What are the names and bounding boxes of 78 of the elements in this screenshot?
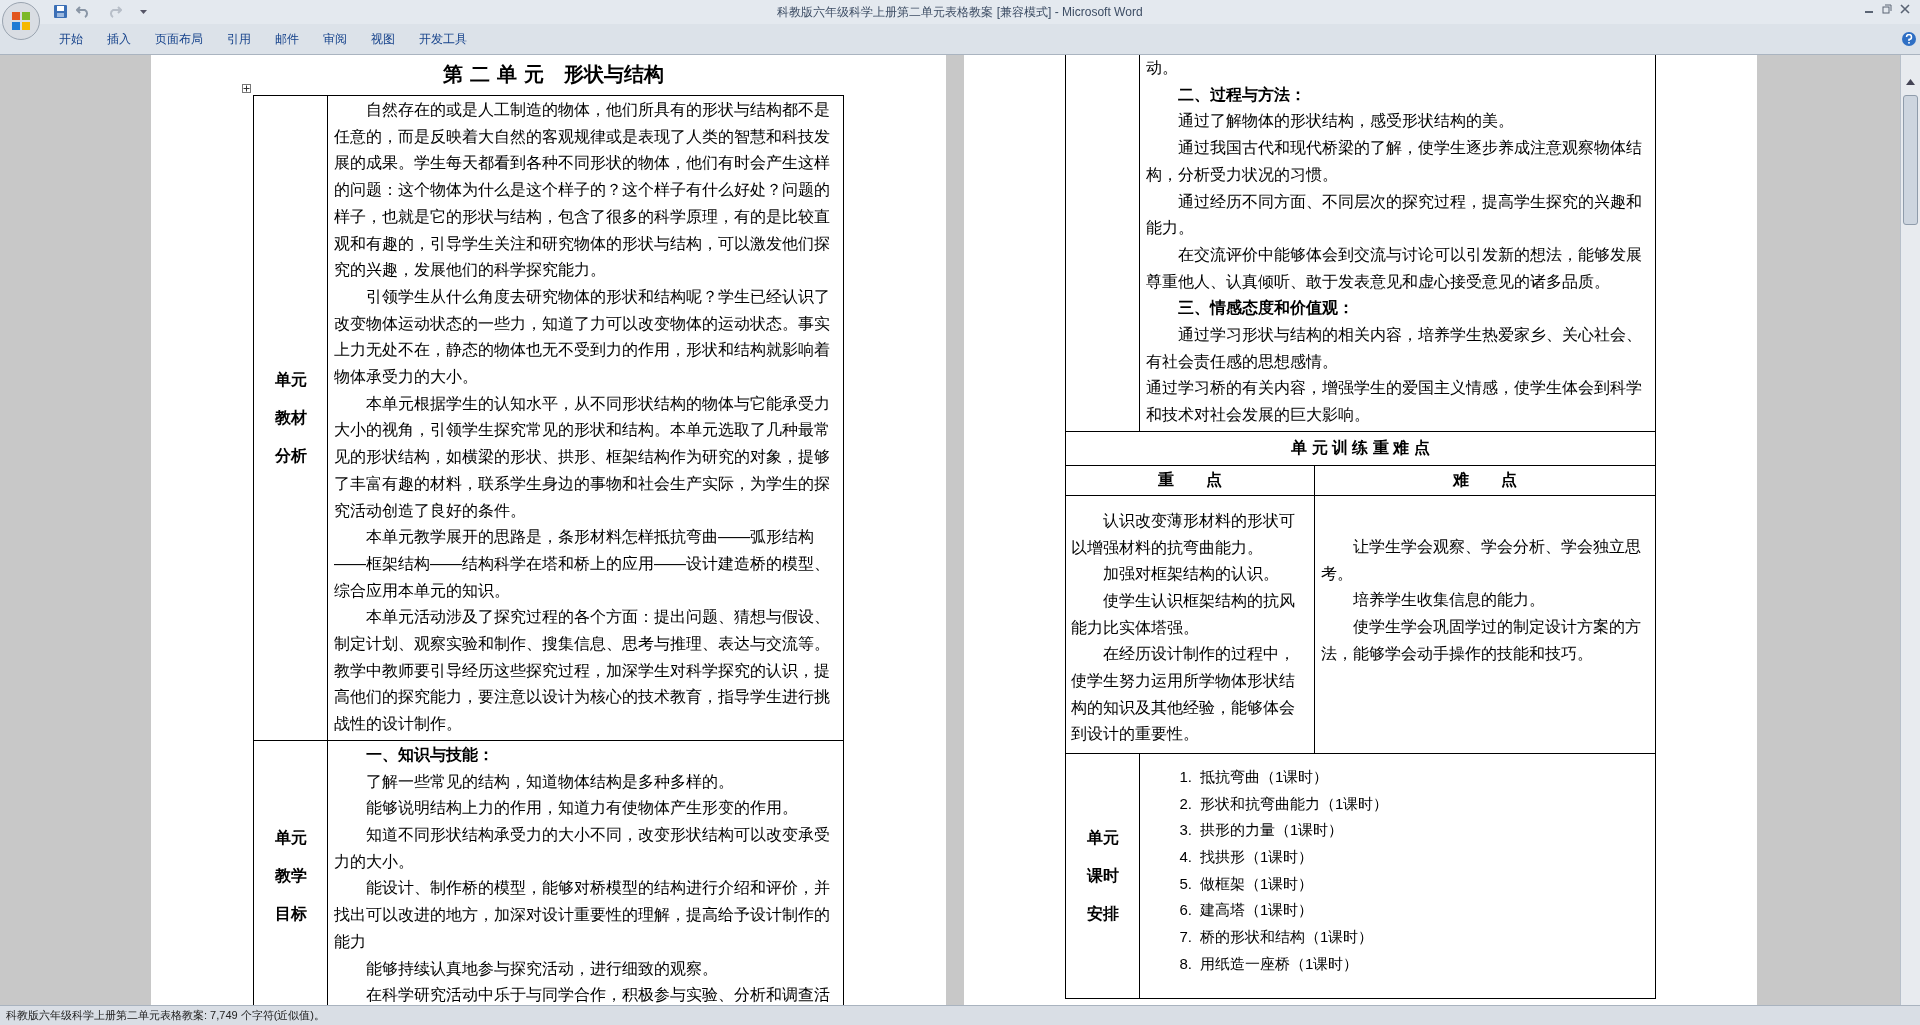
paragraph: 在经历设计制作的过程中，使学生努力运用所学物体形状结构的知识及其他经验，能够体会到设计的重要性。 [1071, 644, 1296, 745]
list-item-text: 做框架（1课时） [1200, 873, 1314, 894]
office-button[interactable] [2, 2, 40, 40]
paragraph: 动。 [1146, 58, 1179, 78]
ribbon-tab[interactable]: 开发工具 [412, 30, 474, 48]
close-icon[interactable] [1900, 4, 1910, 14]
paragraph: 加强对框架结构的认识。 [1102, 564, 1280, 585]
paragraph: 通过了解物体的形状结构，感受形状结构的美。 [1177, 111, 1515, 132]
row-label: 单元 [1086, 827, 1119, 848]
list-number: 1. [1178, 766, 1192, 787]
ribbon-tab[interactable]: 引用 [220, 30, 258, 48]
paragraph: 通过我国古代和现代桥梁的了解，使学生逐步养成注意观察物体结构，分析受力状况的习惯。 [1146, 138, 1643, 185]
paragraph: 通过学习桥的有关内容，增强学生的爱国主义情感，使学生体会到科学和技术对社会发展的巨大影响。 [1146, 378, 1643, 426]
paragraph: 通过学习形状与结构的相关内容，培养学生热爱家乡、关心社会、有社会责任感的思想感情。 [1146, 325, 1643, 372]
paragraph: 在交流评价中能够体会到交流与讨论可以引发新的想法，能够发展尊重他人、认真倾听、敢于发表意见和虚心接受意见的诸多品质。 [1146, 244, 1643, 292]
table-move-icon[interactable] [242, 84, 251, 93]
list-number: 5. [1178, 873, 1192, 894]
ribbon-tab[interactable]: 审阅 [316, 30, 354, 48]
paragraph: 本单元活动涉及了探究过程的各个方面：提出问题、猜想与假设、制定计划、观察实验和制作、搜集信息、思考与推理、表达与交流等。教学中教师要引导经历这些探究过程，加深学生对科学探究的认识，提高他们的探究能力，要注意以设计为核心的技术教育，指导学生进行挑战性的设计制作。 [334, 607, 831, 735]
row-label: 目标 [274, 903, 307, 924]
ribbon-tab[interactable]: 开始 [52, 30, 90, 48]
paragraph: 引领学生从什么角度去研究物体的形状和结构呢？学生已经认识了改变物体运动状态的一些力，知道了力可以改变物体的运动状态。事实上力无处不在，静态的物体也无不受到力的作用，形状和结构就影响着物体承受力的大小。 [334, 286, 831, 388]
paragraph: 本单元教学展开的思路是，条形材料怎样抵抗弯曲——弧形结构——框架结构——结构科学在塔和桥上的应用——设计建造桥的模型、综合应用本单元的知识。 [334, 527, 831, 601]
list-number: 3. [1178, 820, 1192, 841]
list-number: 4. [1178, 846, 1192, 867]
table-heading: 单 元 训 练 重 难 点 [1066, 430, 1655, 465]
list-item-text: 用纸造一座桥（1课时） [1200, 953, 1359, 974]
row-label: 教学 [274, 865, 307, 886]
list-number: 2. [1178, 793, 1192, 814]
paragraph: 使学生认识框架结构的抗风能力比实体塔强。 [1071, 590, 1296, 638]
row-label: 安排 [1086, 903, 1119, 924]
scroll-up-icon[interactable] [1906, 79, 1915, 85]
row-label: 单元 [274, 369, 307, 390]
column-heading: 难 点 [1452, 470, 1518, 491]
document-title: 第 二 单 元 形状与结构 [443, 61, 664, 88]
paragraph: 让学生学会观察、学会分析、学会独立思考。 [1321, 536, 1642, 584]
help-icon[interactable] [1902, 32, 1916, 46]
row-label: 分析 [274, 445, 307, 466]
paragraph: 能够说明结构上力的作用，知道力有使物体产生形变的作用。 [365, 798, 799, 819]
paragraph: 了解一些常见的结构，知道物体结构是多种多样的。 [365, 771, 735, 792]
paragraph: 使学生学会巩固学过的制定设计方案的方法，能够学会动手操作的技能和技巧。 [1321, 616, 1642, 664]
paragraph: 培养学生收集信息的能力。 [1352, 590, 1546, 611]
office-logo [9, 9, 33, 33]
list-item-text: 找拱形（1课时） [1200, 846, 1314, 867]
list-item-text: 拱形的力量（1课时） [1200, 820, 1344, 841]
section-heading: 二、过程与方法： [1177, 84, 1307, 105]
paragraph: 认识改变薄形材料的形状可以增强材料的抗弯曲能力。 [1071, 510, 1296, 558]
row-label: 教材 [274, 407, 307, 428]
row-label: 课时 [1086, 865, 1119, 886]
paragraph: 能设计、制作桥的模型，能够对桥模型的结构进行介绍和评价，并找出可以改进的地方，加深对设计重要性的理解，提高给予设计制作的能力 [334, 878, 831, 952]
column-heading: 重 点 [1066, 465, 1315, 495]
list-number: 8. [1178, 953, 1192, 974]
list-item-text: 抵抗弯曲（1课时） [1200, 766, 1329, 787]
paragraph: 本单元根据学生的认知水平，从不同形状结构的物体与它能承受力大小的视角，引领学生探究常见的形状和结构。本单元选取了几种最常见的形状结构，如横梁的形状、拱形、框架结构作为研究的对象，提够了丰富有趣的材料，联系学生身边的事物和社会生产实际，为学生的探究活动创造了良好的条件。 [334, 393, 831, 521]
scroll-thumb[interactable] [1903, 95, 1918, 225]
list-item-text: 形状和抗弯曲能力（1课时） [1200, 793, 1389, 814]
ribbon-tab[interactable]: 邮件 [268, 30, 306, 48]
paragraph: 知道不同形状结构承受力的大小不同，改变形状结构可以改变承受力的大小。 [334, 825, 831, 872]
ribbon-tab[interactable]: 页面布局 [148, 30, 210, 48]
scrollbar[interactable] [1900, 55, 1920, 1005]
row-label: 单元 [274, 827, 307, 848]
list-number: 7. [1178, 927, 1192, 948]
paragraph: 通过经历不同方面、不同层次的探究过程，提高学生探究的兴趣和能力。 [1146, 191, 1643, 239]
paragraph: 能够持续认真地参与探究活动，进行细致的观察。 [365, 958, 719, 979]
paragraph: 在科学研究活动中乐于与同学合作，积极参与实验、分析和调查活 [365, 985, 831, 1005]
window-title: 科教版六年级科学上册第二单元表格教案 [兼容模式] - Microsoft Word [777, 4, 1143, 21]
paragraph: 自然存在的或是人工制造的物体，他们所具有的形状与结构都不是任意的，而是反映着大自然的客观规律或是表现了人类的智慧和科技发展的成果。学生每天都看到各种不同形状的物体，他们有时会产生这样的问题：这个物体为什么是这个样子的？这个样子有什么好处？问题的样子，也就是它的形状与结构，包含了很多的科学原理，有的是比较直观和有趣的，引导学生关注和研究物体的形状与结构，可以激发他们探究的兴趣，发展他们的科学探究能力。 [334, 100, 831, 281]
section-heading: 一、知识与技能： [365, 744, 495, 765]
list-number: 6. [1178, 900, 1192, 921]
restore-icon[interactable] [1882, 4, 1892, 14]
save-icon[interactable] [53, 4, 68, 19]
ribbon-tab[interactable]: 插入 [100, 30, 138, 48]
list-item-text: 桥的形状和结构（1课时） [1200, 927, 1374, 948]
list-item-text: 建高塔（1课时） [1200, 900, 1314, 921]
status-bar: 科教版六年级科学上册第二单元表格教案: 7,749 个字符(近似值)。 [0, 1005, 1920, 1025]
ribbon-tab[interactable]: 视图 [364, 30, 402, 48]
customize-toolbar-icon[interactable] [140, 8, 147, 15]
section-heading: 三、情感态度和价值观： [1177, 298, 1355, 319]
